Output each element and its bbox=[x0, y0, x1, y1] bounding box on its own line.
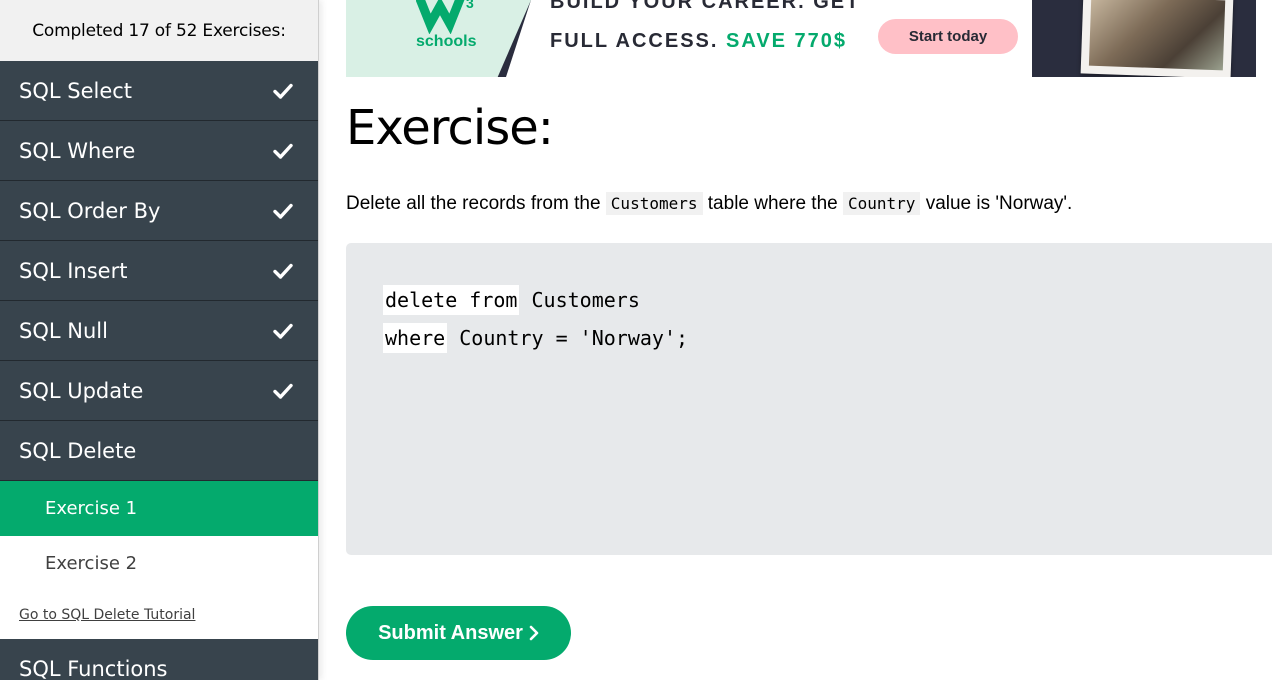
checkmark-icon bbox=[272, 140, 294, 162]
chevron-right-icon bbox=[529, 625, 539, 641]
w3schools-logo-icon: 3 bbox=[416, 0, 474, 34]
category-sql-functions[interactable]: SQL Functions bbox=[0, 639, 318, 680]
banner-headline-2: FULL ACCESS. SAVE 770$ bbox=[550, 30, 847, 53]
category-label: SQL Select bbox=[19, 78, 133, 103]
code-editor: delete from Customers where Country = 'N… bbox=[346, 243, 1272, 555]
banner-photo-panel bbox=[1032, 0, 1256, 77]
category-label: SQL Delete bbox=[19, 438, 137, 463]
category-sql-select[interactable]: SQL Select bbox=[0, 61, 318, 121]
answer-input-2[interactable]: where bbox=[383, 323, 448, 353]
category-sql-where[interactable]: SQL Where bbox=[0, 121, 318, 181]
tutorial-link[interactable]: Go to SQL Delete Tutorial bbox=[19, 607, 195, 623]
exercise-1-item[interactable]: Exercise 1 bbox=[0, 481, 318, 536]
exercise-2-item[interactable]: Exercise 2 bbox=[0, 536, 318, 591]
checkmark-icon bbox=[272, 200, 294, 222]
category-label: SQL Null bbox=[19, 318, 108, 343]
exercise-sidebar: Completed 17 of 52 Exercises: SQL Select… bbox=[0, 0, 318, 680]
logo-text: schools bbox=[416, 33, 477, 50]
checkmark-icon bbox=[272, 380, 294, 402]
category-label: SQL Where bbox=[19, 138, 136, 163]
category-label: SQL Insert bbox=[19, 258, 128, 283]
banner-headline-1: BUILD YOUR CAREER. GET bbox=[550, 0, 861, 13]
headline-save: SAVE 770$ bbox=[726, 30, 848, 52]
exercise-instruction: Delete all the records from the Customer… bbox=[346, 192, 1073, 215]
category-sql-delete[interactable]: SQL Delete bbox=[0, 421, 318, 481]
answer-input-1[interactable]: delete from bbox=[383, 285, 520, 315]
instruction-text: Delete all the records from the bbox=[346, 193, 601, 214]
category-sql-null[interactable]: SQL Null bbox=[0, 301, 318, 361]
category-sql-insert[interactable]: SQL Insert bbox=[0, 241, 318, 301]
category-label: SQL Functions bbox=[19, 656, 168, 680]
banner-photo bbox=[1080, 0, 1234, 77]
submit-label: Submit Answer bbox=[378, 621, 523, 644]
progress-text: Completed 17 of 52 Exercises: bbox=[0, 0, 318, 61]
page-title: Exercise: bbox=[346, 100, 554, 156]
checkmark-icon bbox=[272, 320, 294, 342]
logo-superscript: 3 bbox=[466, 0, 474, 11]
category-sql-update[interactable]: SQL Update bbox=[0, 361, 318, 421]
start-today-button[interactable]: Start today bbox=[878, 19, 1018, 54]
tutorial-link-row: Go to SQL Delete Tutorial bbox=[0, 591, 318, 639]
code-line-2: where Country = 'Norway'; bbox=[383, 323, 688, 353]
instruction-text: table where the bbox=[707, 193, 838, 214]
checkmark-icon bbox=[272, 260, 294, 282]
submit-answer-button[interactable]: Submit Answer bbox=[346, 606, 571, 660]
inline-code: Customers bbox=[605, 192, 703, 215]
code-text: Country = 'Norway'; bbox=[447, 326, 689, 350]
headline-text: FULL ACCESS. bbox=[550, 30, 719, 52]
checkmark-icon bbox=[272, 80, 294, 102]
category-label: SQL Update bbox=[19, 378, 144, 403]
code-line-1: delete from Customers bbox=[383, 285, 640, 315]
category-sql-order-by[interactable]: SQL Order By bbox=[0, 181, 318, 241]
code-text: Customers bbox=[519, 288, 640, 312]
inline-code: Country bbox=[842, 192, 921, 215]
category-label: SQL Order By bbox=[19, 198, 161, 223]
instruction-text: value is 'Norway'. bbox=[925, 193, 1073, 214]
promo-banner[interactable]: 3 schools BUILD YOUR CAREER. GET FULL AC… bbox=[346, 0, 1256, 77]
